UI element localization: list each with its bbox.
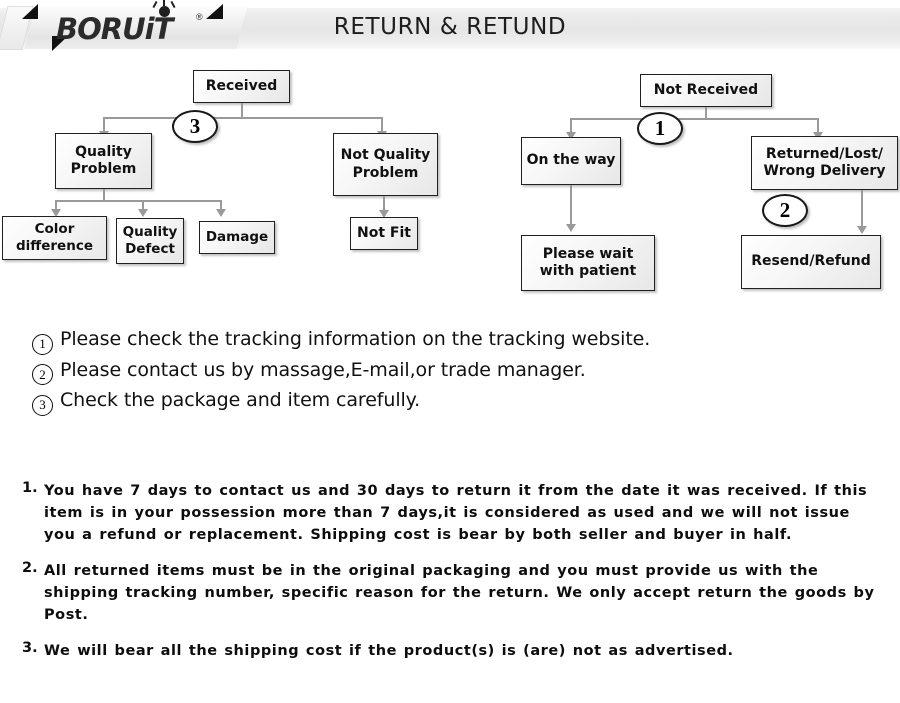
flow-marker-1: 1 [637, 112, 683, 145]
connector-received-stem [241, 103, 243, 118]
arrow-quality-to-damage [216, 209, 226, 217]
policy-number-2: 2. [22, 560, 38, 577]
note-circle-3: 3 [32, 394, 53, 416]
flow-node-damage: Damage [199, 221, 275, 254]
note-circle-2: 2 [32, 364, 53, 385]
page-title: RETURN & RETUND [333, 14, 567, 40]
flow-node-please-wait: Please wait with patient [521, 235, 655, 291]
flow-node-color-difference: Color difference [2, 216, 107, 260]
note-item: 2 Please contact us by massage,E-mail,or… [32, 358, 872, 385]
flow-node-quality-problem: Quality Problem [55, 133, 152, 189]
policy-item: 3. We will bear all the shipping cost if… [22, 640, 888, 662]
policy-item: 2. All returned items must be in the ori… [22, 560, 888, 626]
page-header: BORUiT ® RETURN & RETUND [0, 0, 900, 57]
flow-marker-2: 2 [762, 194, 808, 227]
policy-number-3: 3. [22, 640, 38, 657]
note-item: 1 Please check the tracking information … [32, 328, 872, 355]
flow-node-returned-lost-wrong-delivery: Returned/Lost/ Wrong Delivery [751, 136, 898, 190]
arrow-quality-to-defect [138, 209, 148, 217]
flow-node-resend-refund: Resend/Refund [741, 235, 881, 289]
policy-text-2: All returned items must be in the origin… [44, 563, 875, 624]
note-item: 3 Check the package and item carefully. [32, 389, 872, 416]
flow-node-received: Received [193, 70, 290, 103]
flow-node-not-quality-problem: Not Quality Problem [333, 133, 438, 196]
flow-marker-3: 3 [172, 110, 218, 143]
note-circle-1: 1 [32, 333, 53, 355]
flow-node-on-the-way: On the way [521, 137, 621, 185]
note-text-2: Please contact us by massage,E-mail,or t… [60, 358, 586, 381]
note-text-1: Please check the tracking information on… [60, 328, 651, 350]
policy-list: 1. You have 7 days to contact us and 30 … [22, 480, 888, 676]
lightbulb-ray-center-icon [163, 0, 165, 6]
arrow-ontheway-to-wait [566, 224, 576, 232]
connector-received-bar [104, 117, 382, 119]
note-text-3: Check the package and item carefully. [60, 389, 421, 411]
flow-node-not-received: Not Received [640, 74, 772, 107]
flow-node-not-fit: Not Fit [350, 217, 418, 250]
policy-text-3: We will bear all the shipping cost if th… [44, 643, 734, 660]
numbered-notes-list: 1 Please check the tracking information … [32, 328, 872, 420]
connector-notreceived-bar [571, 118, 818, 120]
connector-ontheway-to-wait [570, 185, 572, 227]
connector-quality-bar [55, 200, 222, 202]
flow-node-quality-defect: Quality Defect [116, 218, 184, 264]
arrow-returned-to-resend [857, 226, 867, 234]
policy-item: 1. You have 7 days to contact us and 30 … [22, 480, 888, 546]
connector-returned-to-resend [861, 190, 863, 229]
policy-number-1: 1. [22, 480, 38, 496]
policy-text-1: You have 7 days to contact us and 30 day… [44, 483, 868, 544]
returns-flowchart: Received 3 Quality Problem Not Quality P… [0, 57, 900, 312]
